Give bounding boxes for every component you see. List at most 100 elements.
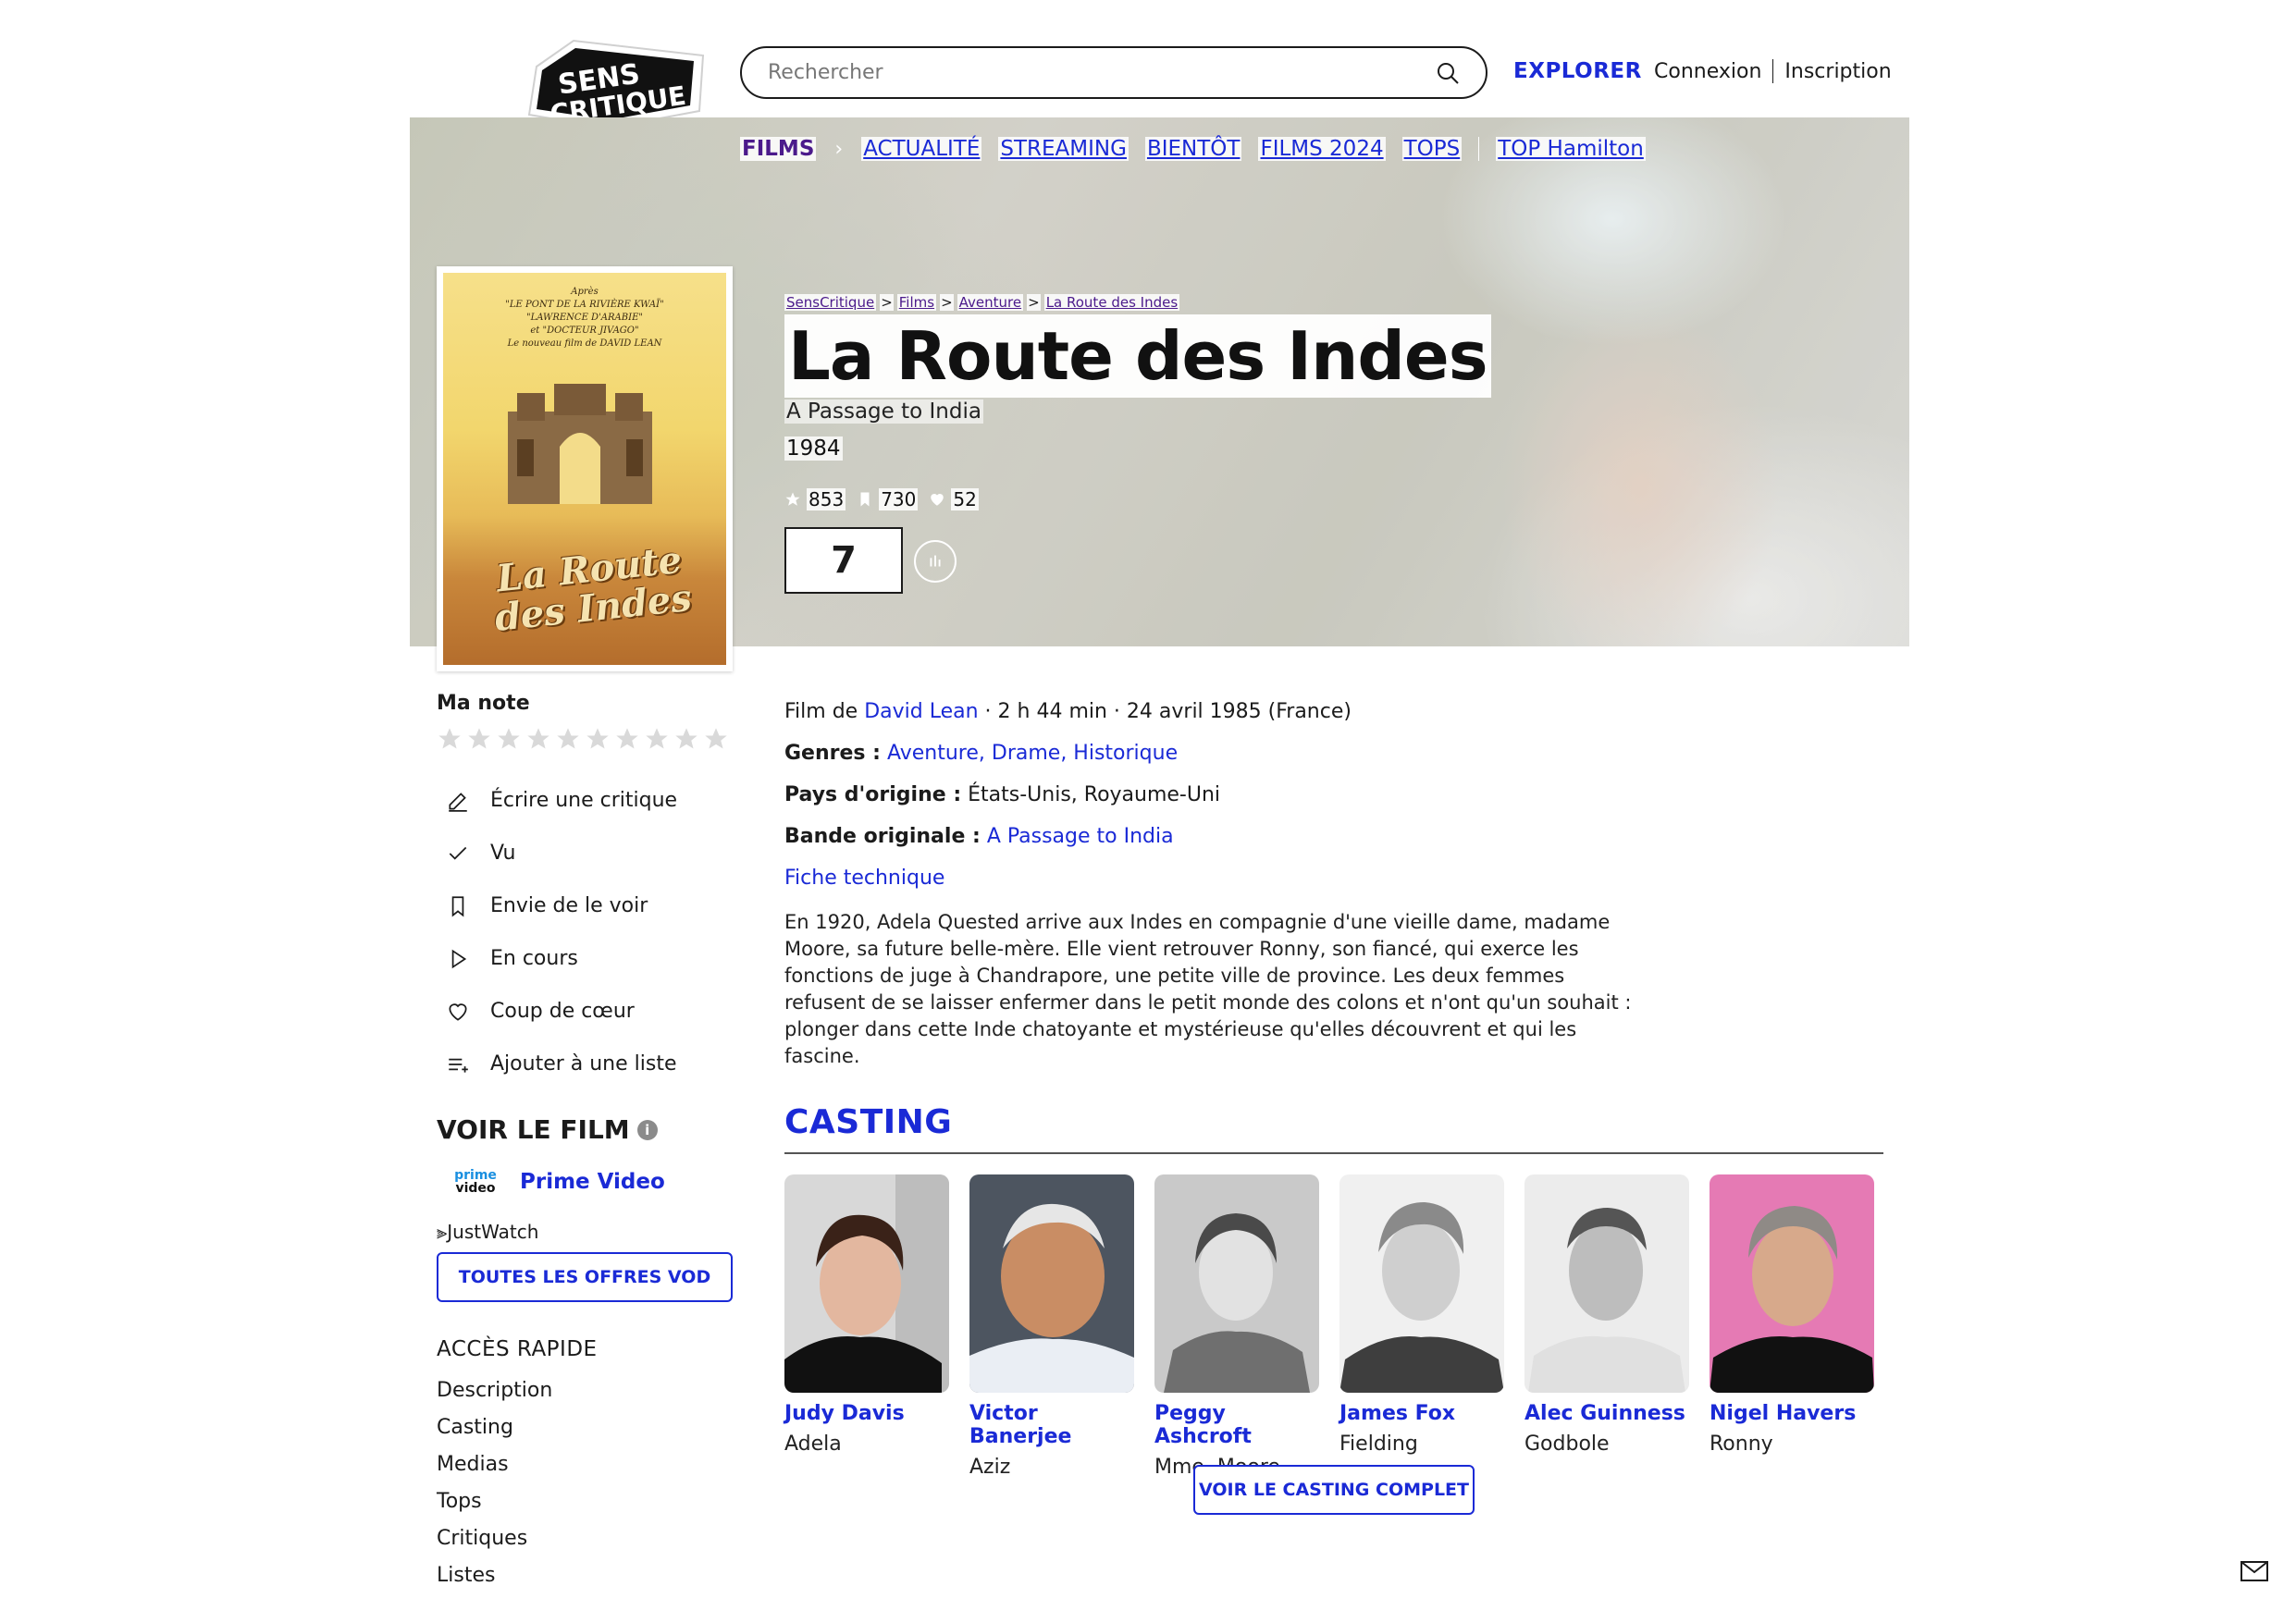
favorites-count: 52: [951, 488, 979, 510]
actor-portrait-nigel-havers: [1710, 1174, 1874, 1393]
favorites-stat: 52: [929, 488, 979, 510]
watch-title: VOIR LE FILM: [437, 1114, 630, 1145]
rating-star-icon[interactable]: [437, 726, 463, 752]
breadcrumb-senscritique[interactable]: SensCritique: [784, 294, 877, 311]
subnav-divider: [1478, 137, 1480, 161]
synopsis: En 1920, Adela Quested arrive aux Indes …: [784, 911, 1632, 1067]
actor-name[interactable]: Victor Banerjee: [969, 1402, 1134, 1448]
actor-photo: [969, 1174, 1134, 1393]
action-label: Ajouter à une liste: [490, 1052, 677, 1076]
prime-video-offer[interactable]: prime video Prime Video: [437, 1169, 742, 1195]
search-input[interactable]: [768, 61, 1436, 84]
quick-link-casting[interactable]: Casting: [437, 1409, 742, 1446]
actor-name[interactable]: James Fox: [1339, 1402, 1504, 1425]
poster-line: Le nouveau film de DAVID LEAN: [507, 338, 662, 349]
subnav-bientot[interactable]: BIENTÔT: [1144, 137, 1242, 161]
soundtrack-link[interactable]: A Passage to India: [987, 825, 1174, 848]
subnav-films[interactable]: FILMS: [740, 137, 817, 161]
info-icon[interactable]: i: [636, 1119, 658, 1140]
bookmark-icon: [860, 492, 870, 507]
all-vod-offers-button[interactable]: TOUTES LES OFFRES VOD: [437, 1252, 733, 1302]
add-to-list-action[interactable]: Ajouter à une liste: [437, 1038, 742, 1090]
actor-card[interactable]: Nigel Havers Ronny: [1710, 1174, 1874, 1479]
breadcrumb-separator: >: [880, 294, 894, 311]
write-review-action[interactable]: Écrire une critique: [437, 774, 742, 827]
rating-star-icon[interactable]: [644, 726, 670, 752]
countries-value: États-Unis, Royaume-Uni: [968, 783, 1221, 806]
actor-card[interactable]: Peggy Ashcroft Mme. Moore: [1154, 1174, 1319, 1479]
explorer-link[interactable]: EXPLORER: [1513, 59, 1642, 83]
search-bar[interactable]: [740, 46, 1487, 99]
actor-name[interactable]: Alec Guinness: [1524, 1402, 1689, 1425]
actor-role: Fielding: [1339, 1432, 1418, 1456]
rating-distribution-button[interactable]: [914, 540, 957, 583]
movie-poster[interactable]: Après "LE PONT DE LA RIVIÈRE KWAÏ" "LAWR…: [437, 266, 733, 671]
search-icon[interactable]: [1436, 61, 1460, 85]
rating-star-icon[interactable]: [673, 726, 699, 752]
quick-access-title: ACCÈS RAPIDE: [437, 1337, 598, 1361]
release-year[interactable]: 1984: [784, 436, 843, 461]
actor-photo: [1339, 1174, 1504, 1393]
actor-card[interactable]: Alec Guinness Godbole: [1524, 1174, 1689, 1479]
poster-line: Après: [571, 287, 599, 297]
breadcrumb-films[interactable]: Films: [896, 294, 937, 311]
tech-sheet-link[interactable]: Fiche technique: [784, 864, 1885, 905]
subnav-top-hamilton[interactable]: TOP Hamilton: [1496, 137, 1646, 161]
my-rating-stars[interactable]: [437, 726, 742, 752]
rating-star-icon[interactable]: [585, 726, 611, 752]
subnav-films-2024[interactable]: FILMS 2024: [1258, 137, 1386, 161]
prime-logo-bottom: video: [455, 1181, 496, 1196]
actor-portrait-victor-banerjee: [969, 1174, 1134, 1393]
poster-title: La Route des Indes: [492, 537, 694, 640]
quick-link-listes[interactable]: Listes: [437, 1557, 742, 1594]
action-label: Écrire une critique: [490, 789, 678, 812]
wishlist-count: 730: [879, 488, 919, 510]
rating-star-icon[interactable]: [555, 726, 581, 752]
subnav-tops[interactable]: TOPS: [1401, 137, 1463, 161]
breadcrumb-separator: >: [1027, 294, 1041, 311]
auth-separator: [1772, 59, 1774, 83]
actor-card[interactable]: Judy Davis Adela: [784, 1174, 949, 1479]
justwatch-logo[interactable]: ⫸JustWatch: [437, 1221, 742, 1243]
actor-name[interactable]: Nigel Havers: [1710, 1402, 1874, 1425]
actor-card[interactable]: James Fox Fielding: [1339, 1174, 1504, 1479]
rating-star-icon[interactable]: [496, 726, 522, 752]
full-cast-button[interactable]: VOIR LE CASTING COMPLET: [1193, 1465, 1475, 1515]
actor-portrait-peggy-ashcroft: [1154, 1174, 1319, 1393]
actor-name[interactable]: Peggy Ashcroft: [1154, 1402, 1319, 1448]
subnav-actualite[interactable]: ACTUALITÉ: [861, 137, 982, 161]
breadcrumb-current[interactable]: La Route des Indes: [1043, 294, 1180, 311]
prime-logo-top: prime: [454, 1168, 497, 1183]
subnav-streaming[interactable]: STREAMING: [998, 137, 1129, 161]
duration-release: · 2 h 44 min · 24 avril 1985 (France): [978, 700, 1352, 723]
watch-section-title: VOIR LE FILM i: [437, 1114, 742, 1145]
prime-video-logo: prime video: [450, 1169, 501, 1195]
actor-name[interactable]: Judy Davis: [784, 1402, 949, 1425]
favorite-action[interactable]: Coup de cœur: [437, 985, 742, 1038]
want-to-see-action[interactable]: Envie de le voir: [437, 879, 742, 932]
quick-link-description[interactable]: Description: [437, 1372, 742, 1409]
chevron-right-icon: ›: [834, 137, 844, 161]
mail-icon[interactable]: [2240, 1561, 2268, 1581]
quick-link-critiques[interactable]: Critiques: [437, 1520, 742, 1557]
seen-action[interactable]: Vu: [437, 827, 742, 879]
poster-image: Après "LE PONT DE LA RIVIÈRE KWAÏ" "LAWR…: [443, 273, 726, 665]
actor-photo: [1524, 1174, 1689, 1393]
director-link[interactable]: David Lean: [864, 700, 978, 723]
actor-card[interactable]: Victor Banerjee Aziz: [969, 1174, 1134, 1479]
breadcrumb: SensCritique > Films > Aventure > La Route …: [784, 294, 1180, 311]
quick-link-medias[interactable]: Medias: [437, 1446, 742, 1483]
login-link[interactable]: Connexion: [1654, 60, 1761, 83]
action-label: Coup de cœur: [490, 1000, 635, 1023]
signup-link[interactable]: Inscription: [1784, 60, 1891, 83]
breadcrumb-aventure[interactable]: Aventure: [957, 294, 1024, 311]
rating-star-icon[interactable]: [614, 726, 640, 752]
in-progress-action[interactable]: En cours: [437, 932, 742, 985]
rating-star-icon[interactable]: [466, 726, 492, 752]
countries-label: Pays d'origine :: [784, 783, 962, 806]
quick-link-tops[interactable]: Tops: [437, 1483, 742, 1520]
genres-links[interactable]: Aventure, Drame, Historique: [887, 742, 1178, 765]
rating-star-icon[interactable]: [525, 726, 551, 752]
heart-icon: [931, 494, 944, 506]
rating-star-icon[interactable]: [703, 726, 729, 752]
